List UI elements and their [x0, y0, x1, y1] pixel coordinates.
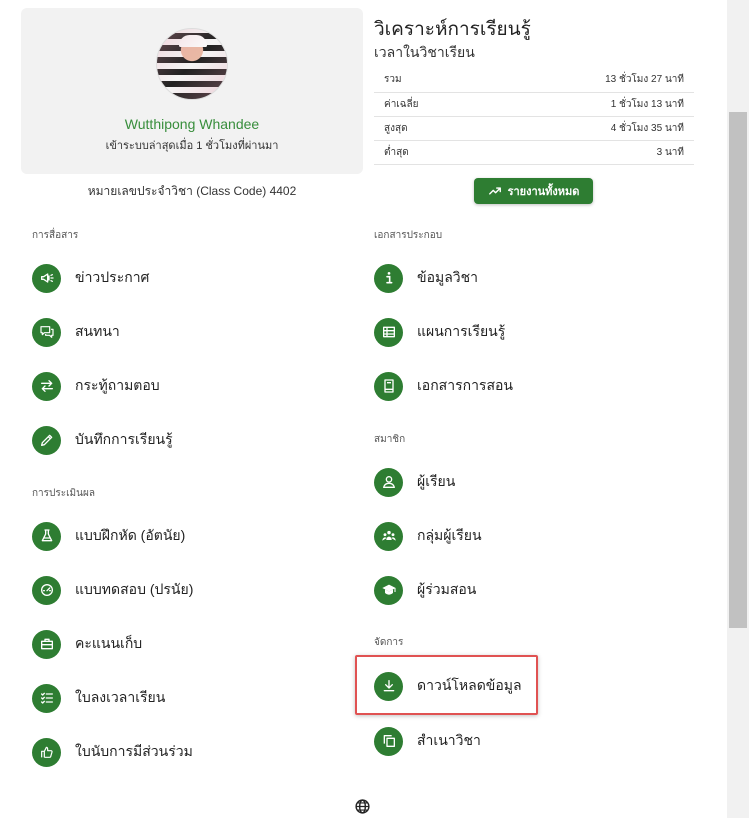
- stat-value: 3 นาที: [476, 140, 694, 165]
- full-report-label: รายงานทั้งหมด: [507, 186, 580, 198]
- group-icon: [374, 521, 403, 551]
- section-header-communication: การสื่อสาร: [32, 230, 79, 241]
- section-header-assessment: การประเมินผล: [32, 488, 95, 499]
- table-row: สูงสุด 4 ชั่วโมง 35 นาที: [374, 116, 694, 141]
- menu-item-teaching-docs[interactable]: เอกสารการสอน: [374, 369, 513, 403]
- flask-icon: [32, 521, 61, 551]
- analysis-title: วิเคราะห์การเรียนรู้: [374, 19, 531, 40]
- menu-label: กลุ่มผู้เรียน: [417, 527, 482, 543]
- menu-item-learning-notes[interactable]: บันทึกการเรียนรู้: [32, 423, 173, 457]
- menu-label: ใบนับการมีส่วนร่วม: [75, 743, 193, 759]
- scrollbar-track[interactable]: [727, 0, 749, 818]
- menu-label: เอกสารการสอน: [417, 377, 513, 393]
- pencil-icon: [32, 425, 61, 455]
- time-stats-table: รวม 13 ชั่วโมง 27 นาที ค่าเฉลี่ย 1 ชั่วโ…: [374, 68, 694, 165]
- menu-item-quizzes[interactable]: แบบทดสอบ (ปรนัย): [32, 573, 193, 607]
- menu-label: สำเนาวิชา: [417, 732, 481, 748]
- person-icon: [374, 467, 403, 497]
- highlight-box: [355, 655, 538, 715]
- stat-label: ค่าเฉลี่ย: [374, 92, 477, 117]
- menu-item-participation[interactable]: ใบนับการมีส่วนร่วม: [32, 735, 193, 769]
- thumb-hand-icon: [32, 737, 61, 767]
- trending-up-icon: [488, 187, 501, 195]
- megaphone-icon: [32, 263, 61, 293]
- scrollbar-thumb[interactable]: [729, 112, 747, 628]
- stat-label: ต่ำสุด: [374, 140, 477, 165]
- menu-label: ผู้เรียน: [417, 473, 456, 489]
- section-header-manage: จัดการ: [374, 637, 404, 648]
- chat-icon: [32, 317, 61, 347]
- class-code: หมายเลขประจำวิชา (Class Code) 4402: [87, 184, 297, 198]
- avatar[interactable]: [156, 28, 228, 100]
- menu-item-attendance[interactable]: ใบลงเวลาเรียน: [32, 681, 165, 715]
- copy-icon: [374, 726, 403, 756]
- menu-label: คะแนนเก็บ: [75, 635, 143, 651]
- menu-label: สนทนา: [75, 323, 120, 339]
- graduation-cap-icon: [374, 575, 403, 605]
- menu-item-students[interactable]: ผู้เรียน: [374, 465, 455, 499]
- profile-name[interactable]: Wutthipong Whandee: [21, 116, 363, 132]
- menu-label: ผู้ร่วมสอน: [417, 581, 477, 597]
- menu-item-co-teachers[interactable]: ผู้ร่วมสอน: [374, 573, 476, 607]
- menu-label: บันทึกการเรียนรู้: [75, 431, 173, 447]
- full-report-button[interactable]: รายงานทั้งหมด: [474, 178, 593, 204]
- menu-item-exercises[interactable]: แบบฝึกหัด (อัตนัย): [32, 519, 185, 553]
- table-row: รวม 13 ชั่วโมง 27 นาที: [374, 68, 694, 93]
- analysis-subtitle: เวลาในวิชาเรียน: [374, 44, 475, 60]
- swap-arrows-icon: [32, 371, 61, 401]
- book-icon: [374, 371, 403, 401]
- menu-label: แบบทดสอบ (ปรนัย): [75, 581, 194, 597]
- stat-label: รวม: [374, 68, 477, 93]
- stat-value: 13 ชั่วโมง 27 นาที: [476, 68, 694, 93]
- menu-item-copy-course[interactable]: สำเนาวิชา: [374, 724, 481, 758]
- menu-label: แผนการเรียนรู้: [417, 323, 506, 339]
- menu-item-chat[interactable]: สนทนา: [32, 315, 120, 349]
- menu-item-course-info[interactable]: ข้อมูลวิชา: [374, 261, 478, 295]
- menu-label: ข่าวประกาศ: [75, 269, 150, 285]
- stat-value: 1 ชั่วโมง 13 นาที: [476, 92, 694, 117]
- table-row: ต่ำสุด 3 นาที: [374, 140, 694, 165]
- menu-label: ใบลงเวลาเรียน: [75, 689, 166, 705]
- info-icon: [374, 263, 403, 293]
- menu-item-announcements[interactable]: ข่าวประกาศ: [32, 261, 149, 295]
- menu-item-learning-plan[interactable]: แผนการเรียนรู้: [374, 315, 505, 349]
- menu-label: แบบฝึกหัด (อัตนัย): [75, 527, 186, 543]
- profile-card: Wutthipong Whandee เข้าระบบล่าสุดเมื่อ 1…: [21, 8, 363, 174]
- menu-label: ข้อมูลวิชา: [417, 269, 479, 285]
- section-header-documents: เอกสารประกอบ: [374, 230, 443, 241]
- stat-value: 4 ชั่วโมง 35 นาที: [476, 116, 694, 141]
- globe-icon[interactable]: [354, 798, 371, 815]
- menu-label: กระทู้ถามตอบ: [75, 377, 160, 393]
- gauge-icon: [32, 575, 61, 605]
- stat-label: สูงสุด: [374, 116, 477, 141]
- section-header-members: สมาชิก: [374, 434, 406, 445]
- menu-item-scores[interactable]: คะแนนเก็บ: [32, 627, 142, 661]
- checklist-icon: [32, 683, 61, 713]
- menu-item-student-groups[interactable]: กลุ่มผู้เรียน: [374, 519, 482, 553]
- briefcase-icon: [32, 629, 61, 659]
- table-row: ค่าเฉลี่ย 1 ชั่วโมง 13 นาที: [374, 92, 694, 117]
- last-login-text: เข้าระบบล่าสุดเมื่อ 1 ชั่วโมงที่ผ่านมา: [105, 140, 279, 152]
- menu-item-qa-board[interactable]: กระทู้ถามตอบ: [32, 369, 160, 403]
- list-table-icon: [374, 317, 403, 347]
